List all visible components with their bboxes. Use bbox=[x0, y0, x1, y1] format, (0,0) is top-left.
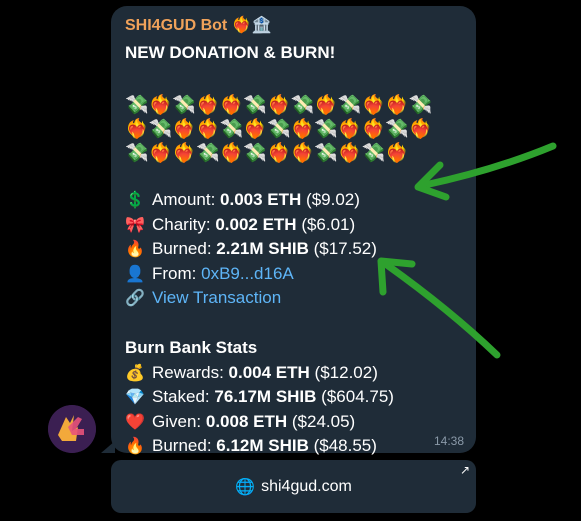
rewards-value: 0.004 ETH bbox=[228, 362, 310, 382]
charity-usd: ($6.01) bbox=[301, 214, 356, 234]
given-label: Given: bbox=[152, 411, 202, 431]
rewards-line: 💰 Rewards: 0.004 ETH ($12.02) bbox=[125, 361, 462, 386]
sender-name[interactable]: SHI4GUD Bot ❤️‍🔥🏦 bbox=[125, 15, 462, 37]
fire-icon: 🔥 bbox=[125, 438, 145, 455]
staked-label: Staked: bbox=[152, 387, 210, 406]
website-button-label: shi4gud.com bbox=[261, 477, 352, 495]
given-line: ❤️ Given: 0.008 ETH ($24.05) bbox=[125, 410, 462, 435]
money-bag-icon: 💰 bbox=[125, 364, 145, 382]
link-icon: 🔗 bbox=[125, 290, 145, 307]
burned-label: Burned: bbox=[152, 239, 212, 258]
heart-icon: ❤️ bbox=[125, 413, 145, 431]
amount-usd: ($9.02) bbox=[306, 190, 360, 209]
emoji-row: 💸❤️‍🔥💸❤️‍🔥❤️‍🔥💸❤️‍🔥💸❤️‍🔥💸❤️‍🔥❤️‍🔥💸 bbox=[125, 95, 433, 116]
view-transaction-link[interactable]: View Transaction bbox=[152, 288, 281, 307]
message-title: NEW DONATION & BURN! bbox=[125, 43, 336, 62]
chat-screen: SHI4GUD Bot ❤️‍🔥🏦 NEW DONATION & BURN! 💸… bbox=[0, 0, 581, 521]
message-bubble: SHI4GUD Bot ❤️‍🔥🏦 NEW DONATION & BURN! 💸… bbox=[111, 6, 476, 455]
rewards-label: Rewards: bbox=[152, 362, 224, 382]
total-burned-label: Burned: bbox=[152, 436, 212, 455]
burned-value: 2.21M SHIB bbox=[216, 239, 309, 258]
message-time: 14:38 bbox=[433, 434, 464, 448]
charity-label: Charity: bbox=[152, 214, 211, 234]
given-usd: ($24.05) bbox=[291, 411, 356, 431]
staked-line: 💎 Staked: 76.17M SHIB ($604.75) bbox=[125, 385, 462, 410]
dollar-sign-icon: 💲 bbox=[125, 192, 145, 209]
gem-icon: 💎 bbox=[125, 389, 145, 406]
emoji-banner: 💸❤️‍🔥💸❤️‍🔥❤️‍🔥💸❤️‍🔥💸❤️‍🔥💸❤️‍🔥❤️‍🔥💸 ❤️‍🔥💸… bbox=[125, 94, 462, 166]
staked-value: 76.17M SHIB bbox=[214, 387, 317, 406]
ribbon-icon: 🎀 bbox=[125, 216, 145, 234]
amount-line: 💲 Amount: 0.003 ETH ($9.02) bbox=[125, 188, 462, 213]
stats-title: Burn Bank Stats bbox=[125, 337, 258, 357]
user-icon: 👤 bbox=[125, 265, 145, 283]
rewards-usd: ($12.02) bbox=[314, 362, 378, 382]
total-burned-line: 🔥 Burned: 6.12M SHIB ($48.55) bbox=[125, 434, 462, 459]
fire-icon: 🔥 bbox=[125, 241, 145, 258]
from-line: 👤 From: 0xB9...d16A bbox=[125, 262, 462, 287]
website-button[interactable]: 🌐 shi4gud.com ↗ bbox=[111, 460, 476, 513]
burned-line: 🔥 Burned: 2.21M SHIB ($17.52) bbox=[125, 237, 462, 262]
globe-icon: 🌐 bbox=[235, 478, 256, 496]
from-address-link[interactable]: 0xB9...d16A bbox=[201, 264, 294, 283]
amount-label: Amount: bbox=[152, 190, 216, 209]
view-transaction-line: 🔗 View Transaction bbox=[125, 286, 462, 311]
amount-value: 0.003 ETH bbox=[220, 190, 302, 209]
total-burned-value: 6.12M SHIB bbox=[216, 436, 309, 455]
emoji-row: 💸❤️‍🔥❤️‍🔥💸❤️‍🔥💸❤️‍🔥❤️‍🔥💸❤️‍🔥💸❤️‍🔥 bbox=[125, 143, 409, 164]
total-burned-usd: ($48.55) bbox=[313, 436, 377, 455]
emoji-row: ❤️‍🔥💸❤️‍🔥❤️‍🔥💸❤️‍🔥💸❤️‍🔥💸❤️‍🔥❤️‍🔥💸❤️‍🔥 bbox=[125, 119, 433, 140]
burned-usd: ($17.52) bbox=[313, 239, 377, 258]
external-link-icon: ↗ bbox=[459, 463, 470, 477]
from-label: From: bbox=[152, 263, 197, 283]
given-value: 0.008 ETH bbox=[205, 411, 288, 431]
staked-usd: ($604.75) bbox=[321, 387, 394, 406]
charity-line: 🎀 Charity: 0.002 ETH ($6.01) bbox=[125, 213, 462, 238]
avatar-logo-icon bbox=[48, 405, 96, 453]
bot-avatar[interactable] bbox=[48, 405, 96, 453]
charity-value: 0.002 ETH bbox=[215, 214, 297, 234]
